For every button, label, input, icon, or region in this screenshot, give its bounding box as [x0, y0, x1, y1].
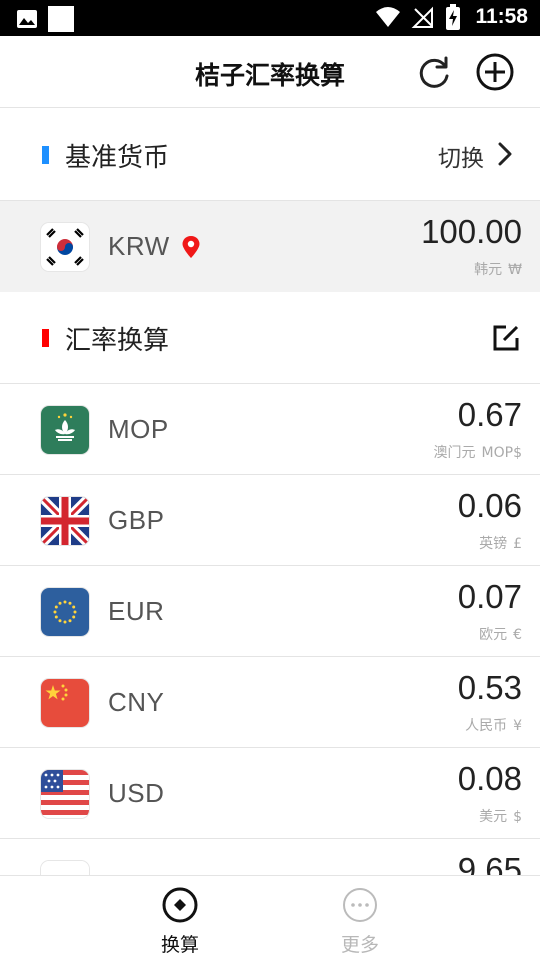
- currency-subtitle: 澳门元 MOP$: [434, 442, 522, 462]
- section-accent-bar: [42, 146, 49, 164]
- list-item[interactable]: CNY 0.53 人民币 ¥: [0, 657, 540, 748]
- bottom-navigation: 换算 更多: [0, 875, 540, 960]
- nav-exchange-tab[interactable]: 换算: [140, 886, 220, 957]
- currency-code: CNY: [108, 687, 165, 717]
- currency-symbol: €: [513, 627, 522, 643]
- list-item[interactable]: 9.65: [0, 839, 540, 875]
- base-currency-header: 基准货币 切换: [0, 109, 540, 201]
- korea-flag-icon: [41, 223, 89, 271]
- converted-amount: 0.67: [457, 396, 522, 433]
- conversion-title: 汇率换算: [65, 326, 170, 356]
- section-accent-bar: [42, 329, 49, 347]
- list-item[interactable]: MOP 0.67 澳门元 MOP$: [0, 384, 540, 475]
- add-currency-button[interactable]: [475, 52, 515, 92]
- edit-icon: [493, 325, 519, 351]
- refresh-button[interactable]: [415, 54, 453, 92]
- blank-notification-icon: [48, 6, 74, 32]
- page-title: 桔子汇率换算: [194, 61, 345, 90]
- currency-name: 人民币: [465, 718, 508, 734]
- edit-list-button[interactable]: [492, 324, 520, 352]
- japan-flag-icon: [41, 861, 89, 875]
- wifi-icon: [376, 7, 401, 27]
- image-notification-icon: [17, 10, 37, 28]
- currency-subtitle: 欧元 €: [479, 624, 522, 644]
- currency-name: 美元: [479, 809, 508, 825]
- conversion-header: 汇率换算: [0, 292, 540, 384]
- currency-subtitle: 韩元 ₩: [474, 259, 522, 279]
- base-amount[interactable]: 100.00: [421, 213, 522, 251]
- china-flag-icon: [41, 679, 89, 727]
- base-currency-row[interactable]: KRW 100.00 韩元 ₩: [0, 201, 540, 292]
- macau-flag-icon: [41, 406, 89, 454]
- battery-charging-icon: [446, 4, 461, 30]
- uk-flag-icon: [41, 497, 89, 545]
- list-item[interactable]: EUR 0.07 欧元 €: [0, 566, 540, 657]
- currency-subtitle: 美元 $: [479, 806, 522, 826]
- base-currency-title: 基准货币: [65, 143, 170, 173]
- currency-name: 韩元: [474, 262, 503, 278]
- rates-list[interactable]: MOP 0.67 澳门元 MOP$ GBP 0.06 英镑 £ EUR 0.07…: [0, 384, 540, 875]
- usa-flag-icon: [41, 770, 89, 818]
- currency-symbol: $: [513, 809, 522, 825]
- converted-amount: 0.08: [457, 760, 522, 797]
- converted-amount: 9.65: [457, 851, 522, 875]
- currency-code: KRW: [108, 231, 170, 261]
- converted-amount: 0.53: [457, 669, 522, 706]
- converted-amount: 0.06: [457, 487, 522, 524]
- nav-more-tab[interactable]: 更多: [320, 886, 400, 957]
- currency-code: GBP: [108, 505, 165, 535]
- status-bar: 11:58: [0, 0, 540, 36]
- no-signal-icon: [412, 6, 434, 28]
- currency-symbol: ₩: [508, 262, 522, 278]
- more-icon: [343, 888, 377, 922]
- currency-name: 欧元: [479, 627, 508, 643]
- nav-exchange-label: 换算: [160, 934, 199, 956]
- currency-code: EUR: [108, 596, 165, 626]
- switch-base-button[interactable]: 切换: [438, 139, 484, 173]
- list-item[interactable]: USD 0.08 美元 $: [0, 748, 540, 839]
- currency-subtitle: 人民币 ¥: [465, 715, 522, 735]
- nav-more-label: 更多: [340, 934, 379, 956]
- currency-symbol: ¥: [513, 718, 522, 734]
- list-item[interactable]: GBP 0.06 英镑 £: [0, 475, 540, 566]
- currency-subtitle: 英镑 £: [479, 533, 522, 553]
- currency-code: MOP: [108, 414, 169, 444]
- currency-symbol: MOP$: [481, 445, 522, 461]
- app-bar: 桔子汇率换算: [0, 36, 540, 108]
- location-pin-icon: [182, 236, 200, 258]
- status-time: 11:58: [475, 5, 528, 28]
- currency-code: USD: [108, 778, 165, 808]
- chevron-right-icon[interactable]: [496, 141, 514, 167]
- converted-amount: 0.07: [457, 578, 522, 615]
- eu-flag-icon: [41, 588, 89, 636]
- currency-name: 澳门元: [433, 445, 476, 461]
- exchange-icon: [162, 887, 198, 923]
- add-circle-icon: [476, 53, 514, 91]
- currency-symbol: £: [513, 536, 522, 552]
- currency-name: 英镑: [479, 536, 508, 552]
- refresh-icon: [419, 56, 449, 88]
